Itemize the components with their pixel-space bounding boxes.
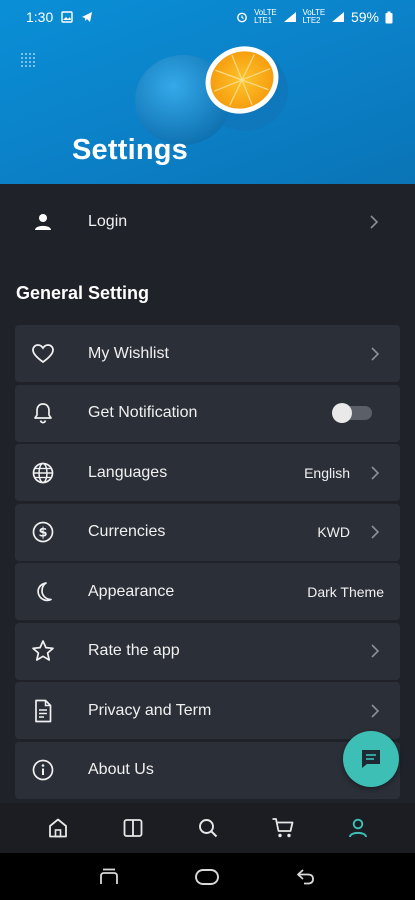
- section-title: General Setting: [16, 283, 150, 303]
- nav-cart[interactable]: [263, 808, 303, 848]
- status-bar: 1:30 VoLTE LTE1 VoLTE LTE2 59%: [0, 0, 415, 34]
- chevron-right-icon: [370, 215, 379, 229]
- appearance-row[interactable]: Appearance Dark Theme: [15, 563, 400, 620]
- currency-value: KWD: [317, 524, 350, 540]
- status-time: 1:30: [26, 9, 54, 25]
- alarm-icon: [237, 12, 247, 23]
- book-icon: [123, 819, 142, 837]
- home-button[interactable]: [187, 862, 227, 892]
- recents-icon: [100, 868, 119, 884]
- nav-profile[interactable]: [338, 808, 378, 848]
- nav-search[interactable]: [188, 808, 228, 848]
- languages-row[interactable]: Languages English: [15, 444, 400, 501]
- globe-icon: [31, 461, 55, 485]
- about-row[interactable]: About Us: [15, 741, 400, 799]
- login-label: Login: [88, 213, 128, 230]
- page-title: Settings: [72, 134, 188, 166]
- row-label: Currencies: [88, 523, 166, 540]
- chat-fab-button[interactable]: [343, 731, 399, 787]
- bottom-navigation: [0, 803, 415, 853]
- recents-button[interactable]: [89, 862, 129, 892]
- back-icon: [296, 868, 314, 884]
- row-label: Privacy and Term: [88, 701, 212, 719]
- telegram-icon: [82, 12, 93, 22]
- row-label: My Wishlist: [88, 344, 169, 362]
- toggle-knob: [332, 403, 352, 423]
- heart-icon: [31, 342, 55, 366]
- chevron-right-icon: [371, 465, 380, 480]
- row-label: Rate the app: [88, 642, 180, 659]
- search-icon: [198, 819, 217, 838]
- row-label: Get Notification: [88, 404, 198, 421]
- nav-categories[interactable]: [113, 808, 153, 848]
- row-label: Languages: [88, 463, 168, 481]
- info-icon: [31, 758, 55, 782]
- system-navigation-bar: [0, 853, 415, 900]
- notification-row: Get Notification: [15, 384, 400, 442]
- rate-app-row[interactable]: Rate the app: [15, 622, 400, 680]
- signal2-icon: [331, 12, 344, 22]
- row-label: About Us: [88, 761, 154, 778]
- home-icon: [48, 818, 67, 838]
- gallery-icon: [61, 11, 73, 23]
- grid-pattern-icon: [21, 53, 35, 67]
- battery-icon: [385, 11, 393, 23]
- chevron-right-icon: [371, 346, 380, 361]
- chevron-right-icon: [371, 525, 380, 539]
- wishlist-row[interactable]: My Wishlist: [15, 325, 400, 382]
- row-label: Appearance: [88, 582, 175, 600]
- chevron-right-icon: [371, 703, 380, 718]
- nav-home[interactable]: [38, 808, 78, 848]
- volte2-icon: VoLTE LTE2: [302, 8, 326, 25]
- moon-icon: [31, 580, 55, 604]
- signal-icon: [283, 12, 296, 22]
- login-row[interactable]: Login: [0, 196, 415, 248]
- user-icon: [31, 210, 55, 234]
- privacy-row[interactable]: Privacy and Term: [15, 682, 400, 739]
- cart-icon: [272, 818, 293, 838]
- volte-icon: VoLTE LTE1: [254, 8, 277, 25]
- svg-text:$: $: [38, 526, 47, 541]
- language-value: English: [304, 464, 350, 481]
- chat-icon: [362, 750, 380, 768]
- star-icon: [31, 639, 55, 663]
- currencies-row[interactable]: $ Currencies KWD: [15, 503, 400, 561]
- dollar-circle-icon: $: [31, 520, 55, 544]
- document-icon: [31, 699, 55, 723]
- battery-percent: 59%: [350, 9, 379, 25]
- bell-icon: [31, 401, 55, 425]
- chevron-right-icon: [371, 644, 380, 658]
- general-settings-list: My Wishlist Get Notification Languages E…: [15, 325, 400, 801]
- notification-toggle[interactable]: [332, 403, 372, 423]
- home-pill-icon: [195, 868, 220, 885]
- appearance-value: Dark Theme: [307, 583, 384, 600]
- profile-icon: [348, 818, 367, 838]
- back-button[interactable]: [286, 862, 326, 892]
